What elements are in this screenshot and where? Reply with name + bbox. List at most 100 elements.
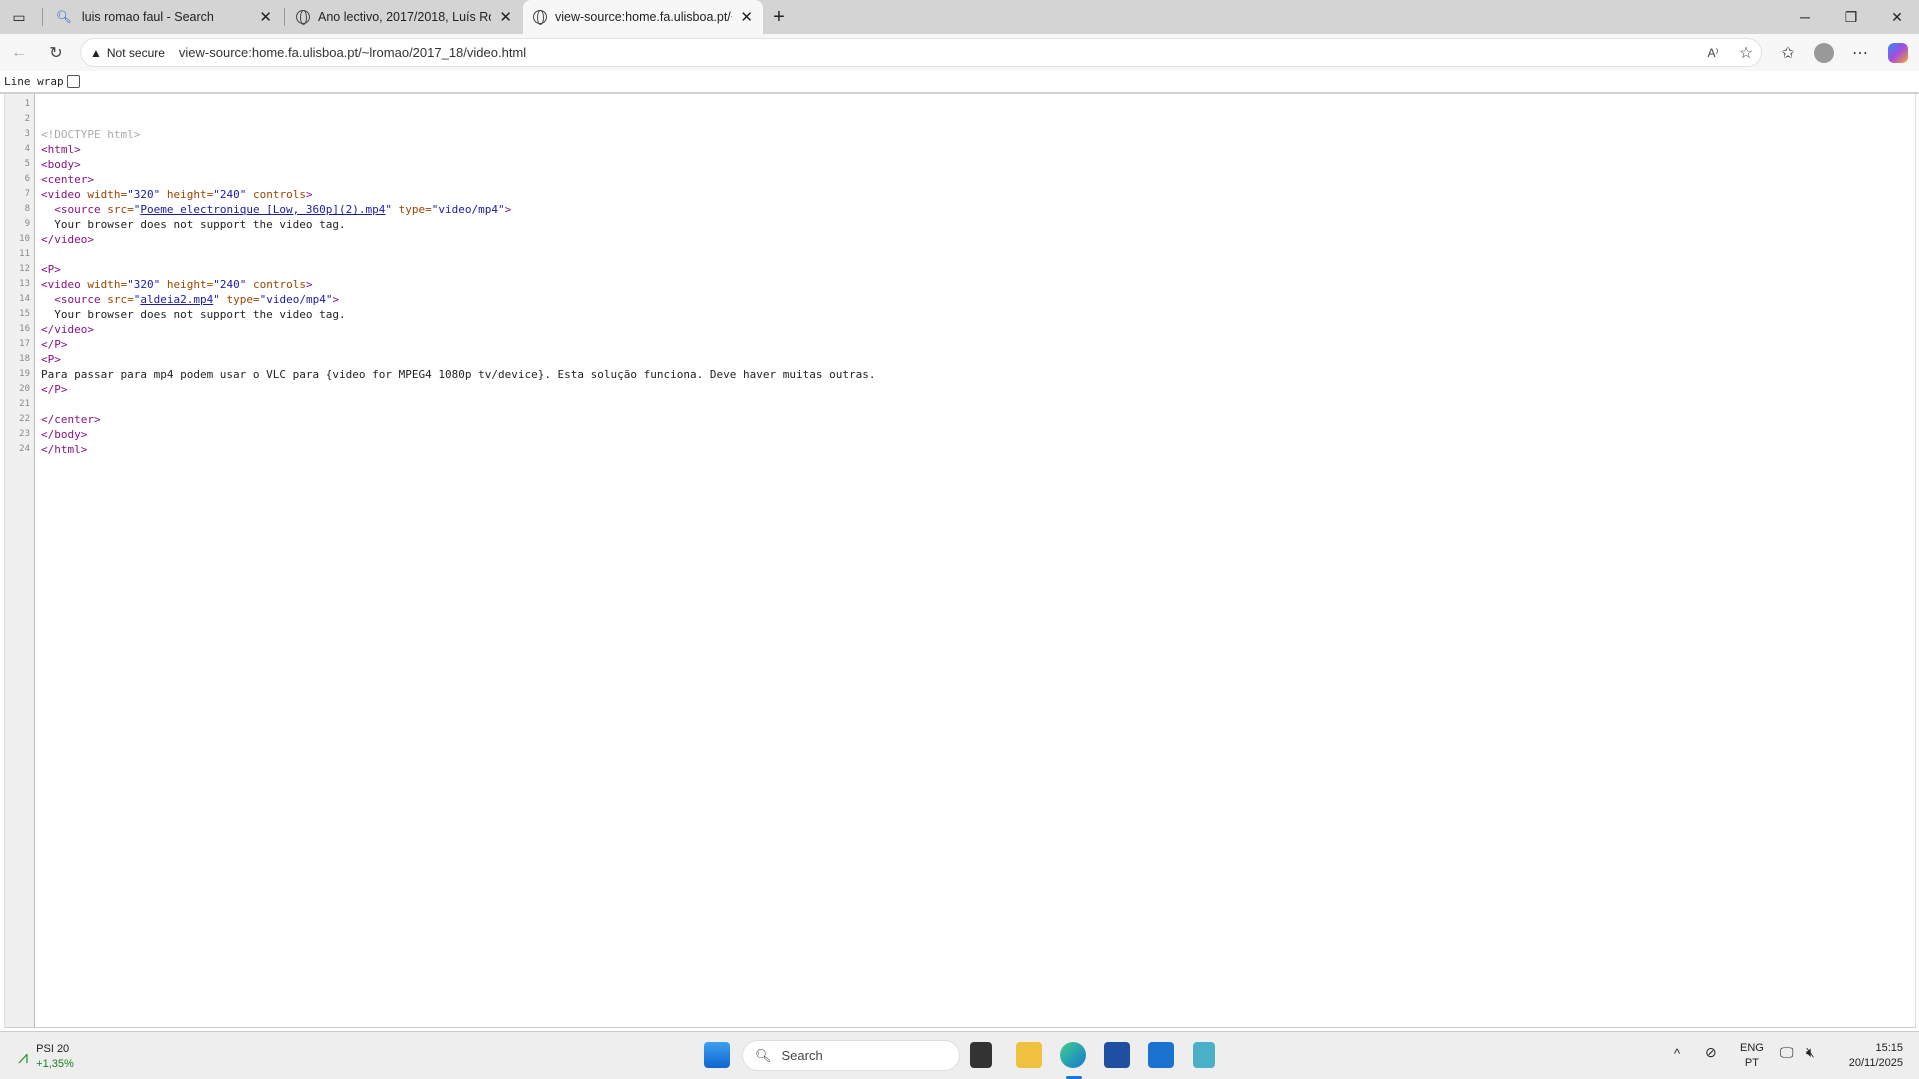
- refresh-button[interactable]: ↻: [41, 38, 71, 67]
- more-menu-icon[interactable]: ⋯: [1845, 38, 1875, 67]
- search-icon: 🔍︎: [56, 9, 72, 24]
- start-windows-icon[interactable]: [704, 1042, 730, 1068]
- line-content: </video>: [41, 233, 94, 246]
- favorite-star-icon[interactable]: ☆: [1731, 38, 1761, 67]
- close-tab-icon[interactable]: ✕: [740, 8, 753, 26]
- line-content: [33, 112, 41, 127]
- tab-bar: ▭ 🔍︎ luis romao faul - Search ✕ Ano lect…: [0, 0, 1919, 34]
- source-link[interactable]: aldeia2.mp4: [140, 293, 213, 306]
- line-number: 21: [19, 399, 30, 409]
- outlook-icon[interactable]: [1148, 1042, 1174, 1068]
- volume-muted-icon[interactable]: 🔇︎: [1806, 1044, 1815, 1061]
- source-line: 16 </video>: [5, 322, 875, 337]
- taskbar-search[interactable]: 🔍︎ Search: [742, 1040, 960, 1071]
- line-wrap-checkbox[interactable]: [66, 75, 80, 88]
- source-line: 7 <video width="320" height="240" control…: [5, 187, 875, 202]
- tab-ano-lectivo[interactable]: Ano lectivo, 2017/2018, Luís Romão ✕: [286, 0, 522, 34]
- tab-search[interactable]: 🔍︎ luis romao faul - Search ✕: [46, 0, 282, 34]
- line-number: 20: [19, 384, 30, 394]
- source-line: 4 <html>: [5, 142, 875, 157]
- line-number: 16: [19, 324, 30, 334]
- source-line: 1: [5, 97, 875, 112]
- source-link[interactable]: Poeme electronique [Low, 360p](2).mp4: [140, 203, 385, 216]
- onedrive-off-icon[interactable]: ⊘: [1705, 1044, 1717, 1061]
- store-icon[interactable]: [1104, 1042, 1130, 1068]
- line-number: 11: [19, 249, 30, 259]
- line-number: 4: [24, 144, 30, 154]
- line-content: <P>: [41, 263, 61, 276]
- line-content: </P>: [41, 383, 68, 396]
- network-icon[interactable]: 🖵︎: [1780, 1044, 1794, 1061]
- source-line: 23 </body>: [5, 427, 875, 442]
- line-content: [33, 247, 41, 262]
- toolbar: ← ↻ ▲ Not secure view-source:home.fa.uli…: [0, 34, 1919, 71]
- read-aloud-icon[interactable]: A⁾: [1698, 38, 1728, 67]
- back-button[interactable]: ←: [4, 38, 34, 67]
- globe-icon: [296, 10, 310, 25]
- show-hidden-icons[interactable]: ^: [1674, 1046, 1680, 1061]
- globe-icon: [533, 10, 547, 25]
- line-number: 19: [19, 369, 30, 379]
- line-number: 9: [24, 219, 30, 229]
- line-number: 7: [24, 189, 30, 199]
- line-number: 23: [19, 429, 30, 439]
- clock[interactable]: 15:15 20/11/2025: [1849, 1041, 1903, 1071]
- line-content: <P>: [41, 353, 61, 366]
- tab-actions-icon[interactable]: ▭: [0, 0, 38, 34]
- source-line: 22 </center>: [5, 412, 875, 427]
- address-bar[interactable]: ▲ Not secure view-source:home.fa.ulisboa…: [80, 38, 1762, 67]
- source-line: 2: [5, 112, 875, 127]
- line-number: 6: [24, 174, 30, 184]
- close-tab-icon[interactable]: ✕: [499, 8, 512, 26]
- new-tab-button[interactable]: +: [757, 0, 801, 34]
- line-number: 12: [19, 264, 30, 274]
- copilot-icon[interactable]: [1883, 38, 1913, 67]
- source-line: 14 <source src="aldeia2.mp4" type="video…: [5, 292, 875, 307]
- line-number: 14: [19, 294, 30, 304]
- source-line: 19 Para passar para mp4 podem usar o VLC …: [5, 367, 875, 382]
- source-line: 20 </P>: [5, 382, 875, 397]
- line-number: 24: [19, 444, 30, 454]
- favorites-icon[interactable]: ✩: [1773, 38, 1803, 67]
- line-wrap-control: Line wrap: [0, 71, 1919, 94]
- url-text[interactable]: view-source:home.fa.ulisboa.pt/~lromao/2…: [179, 45, 526, 60]
- line-content: </center>: [41, 413, 101, 426]
- source-line: 9 Your browser does not support the vide…: [5, 217, 875, 232]
- taskbar: ⩘ PSI 20 +1,35% 🔍︎ Search ^ ⊘ ENG PT 🖵︎ …: [0, 1031, 1919, 1079]
- line-content: <source src="aldeia2.mp4" type="video/mp…: [54, 293, 340, 306]
- search-icon: 🔍︎: [755, 1047, 772, 1063]
- profile-avatar[interactable]: [1809, 38, 1839, 67]
- file-explorer-icon[interactable]: [1016, 1042, 1042, 1068]
- edge-icon[interactable]: [1060, 1042, 1086, 1068]
- stock-chart-icon: ⩘: [18, 1046, 29, 1067]
- line-number: 3: [24, 129, 30, 139]
- line-content: [33, 397, 41, 412]
- line-content: </P>: [41, 338, 68, 351]
- tab-view-source[interactable]: view-source:home.fa.ulisboa.pt/~lromao ✕: [523, 0, 763, 34]
- task-view-icon[interactable]: [970, 1042, 992, 1068]
- language-indicator[interactable]: ENG PT: [1740, 1041, 1764, 1071]
- source-line: 17 </P>: [5, 337, 875, 352]
- line-content: <video width="320" height="240" controls…: [41, 278, 313, 291]
- close-window-button[interactable]: ✕: [1874, 0, 1919, 34]
- source-line: 12 <P>: [5, 262, 875, 277]
- source-line: 8 <source src="Poeme electronique [Low, …: [5, 202, 875, 217]
- line-number: 17: [19, 339, 30, 349]
- line-number: 18: [19, 354, 30, 364]
- line-number: 10: [19, 234, 30, 244]
- source-line: 24 </html>: [5, 442, 875, 457]
- line-content: </html>: [41, 443, 88, 456]
- source-line: 13 <video width="320" height="240" contro…: [5, 277, 875, 292]
- close-tab-icon[interactable]: ✕: [259, 8, 272, 26]
- stock-widget[interactable]: ⩘ PSI 20 +1,35%: [18, 1042, 74, 1072]
- restore-button[interactable]: ❐: [1828, 0, 1874, 34]
- line-content: <!DOCTYPE html>: [41, 128, 141, 141]
- line-number: 15: [19, 309, 30, 319]
- calendar-app-icon[interactable]: [1193, 1042, 1215, 1068]
- source-viewer: 1 2 3 <!DOCTYPE html> 4 <html> 5 <body> 6 <center…: [4, 94, 1916, 1028]
- not-secure-label[interactable]: Not secure: [107, 46, 165, 60]
- line-content: </video>: [41, 323, 94, 336]
- line-content: <html>: [41, 143, 81, 156]
- line-number: 1: [24, 99, 30, 109]
- minimize-button[interactable]: ─: [1782, 0, 1828, 34]
